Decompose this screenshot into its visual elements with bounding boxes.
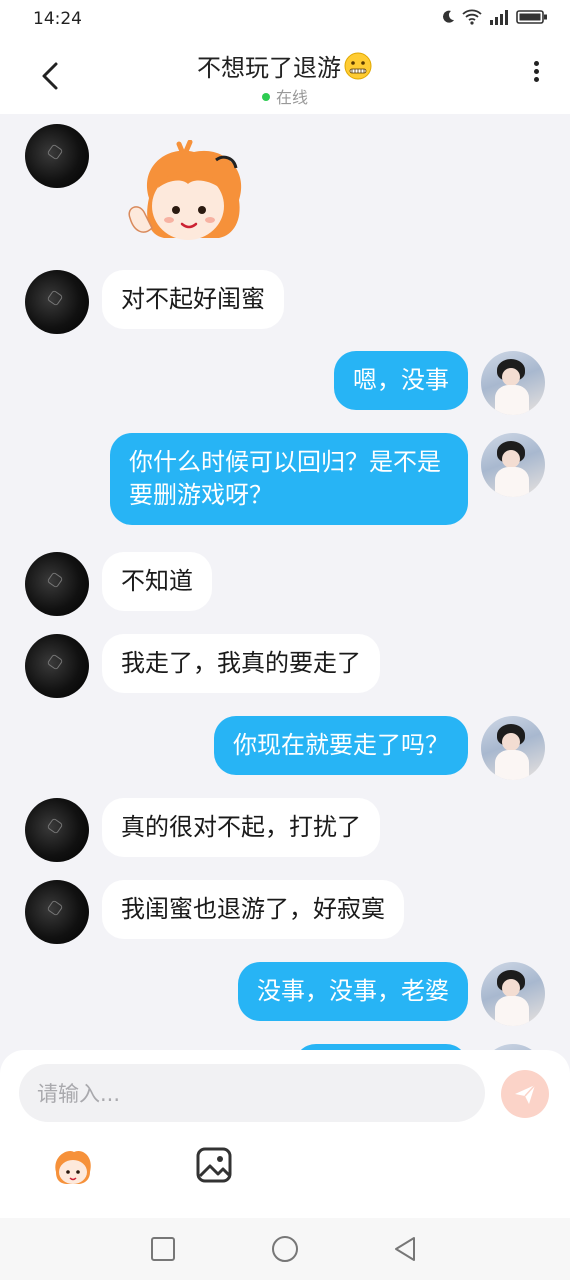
my-avatar[interactable] — [481, 433, 545, 497]
my-avatar[interactable] — [481, 962, 545, 1026]
outgoing-message-bubble[interactable]: 没事，没事，老婆 — [238, 962, 468, 1021]
system-nav-bar — [0, 1218, 570, 1280]
image-gallery-icon[interactable] — [192, 1146, 238, 1186]
message-row — [0, 124, 570, 244]
wifi-icon — [462, 9, 482, 25]
incoming-message-bubble[interactable]: 对不起好闺蜜 — [102, 270, 284, 329]
outgoing-message-bubble[interactable]: 你什么时候可以回归？是不是要删游戏呀？ — [110, 433, 468, 525]
incoming-message-bubble[interactable]: 真的很对不起，打扰了 — [102, 798, 380, 857]
contact-avatar[interactable] — [25, 880, 89, 944]
message-row: 你什么时候可以回归？是不是要删游戏呀？ — [0, 433, 570, 533]
signal-icon — [490, 10, 508, 25]
message-list[interactable]: 对不起好闺蜜 嗯，没事 你什么时候可以回归？是不是要删游戏呀？ 不知道 我走了，… — [0, 114, 570, 1054]
zipper-mouth-emoji-icon — [344, 52, 372, 80]
message-row: 不知道 — [0, 552, 570, 616]
send-icon — [515, 1084, 536, 1104]
message-row: 我走了，我真的要走了 — [0, 634, 570, 698]
chat-title: 不想玩了退游 — [0, 48, 570, 83]
sticker-emoji-icon[interactable] — [50, 1146, 96, 1186]
contact-avatar[interactable] — [25, 798, 89, 862]
message-row: 对不起好闺蜜 — [0, 270, 570, 334]
message-input-wrapper[interactable] — [19, 1064, 485, 1124]
status-bar: 14:24 — [0, 0, 570, 38]
message-row: 我闺蜜也退游了，好寂寞 — [0, 880, 570, 944]
message-row: 嗯，没事 — [0, 351, 570, 415]
moon-icon — [443, 10, 454, 23]
status-icons — [440, 9, 548, 25]
more-options-icon[interactable] — [524, 58, 548, 94]
contact-avatar[interactable] — [25, 124, 89, 188]
contact-avatar[interactable] — [25, 270, 89, 334]
outgoing-message-bubble[interactable]: 你现在就要走了吗？ — [214, 716, 468, 775]
chat-title-text: 不想玩了退游 — [197, 54, 341, 82]
my-avatar[interactable] — [481, 351, 545, 415]
contact-avatar[interactable] — [25, 552, 89, 616]
message-row: 没事，没事，老婆 — [0, 962, 570, 1026]
send-button[interactable] — [501, 1070, 549, 1118]
status-time: 14:24 — [33, 9, 82, 29]
my-avatar[interactable] — [481, 716, 545, 780]
home-icon[interactable] — [270, 1234, 300, 1264]
incoming-message-bubble[interactable]: 不知道 — [102, 552, 212, 611]
back-triangle-icon[interactable] — [390, 1234, 420, 1264]
waving-girl-sticker[interactable] — [124, 140, 254, 248]
outgoing-message-bubble[interactable]: 嗯，没事 — [334, 351, 468, 410]
message-row: 你现在就要走了吗？ — [0, 716, 570, 780]
online-status: 在线 — [0, 84, 570, 108]
contact-avatar[interactable] — [25, 634, 89, 698]
online-status-label: 在线 — [275, 88, 308, 107]
recent-apps-icon[interactable] — [148, 1234, 178, 1264]
message-input[interactable] — [35, 1064, 469, 1124]
incoming-message-bubble[interactable]: 我走了，我真的要走了 — [102, 634, 380, 693]
online-dot — [261, 93, 270, 101]
incoming-message-bubble[interactable]: 我闺蜜也退游了，好寂寞 — [102, 880, 404, 939]
chat-header: 不想玩了退游 在线 — [0, 38, 570, 114]
message-row: 真的很对不起，打扰了 — [0, 798, 570, 862]
battery-icon — [516, 10, 547, 24]
